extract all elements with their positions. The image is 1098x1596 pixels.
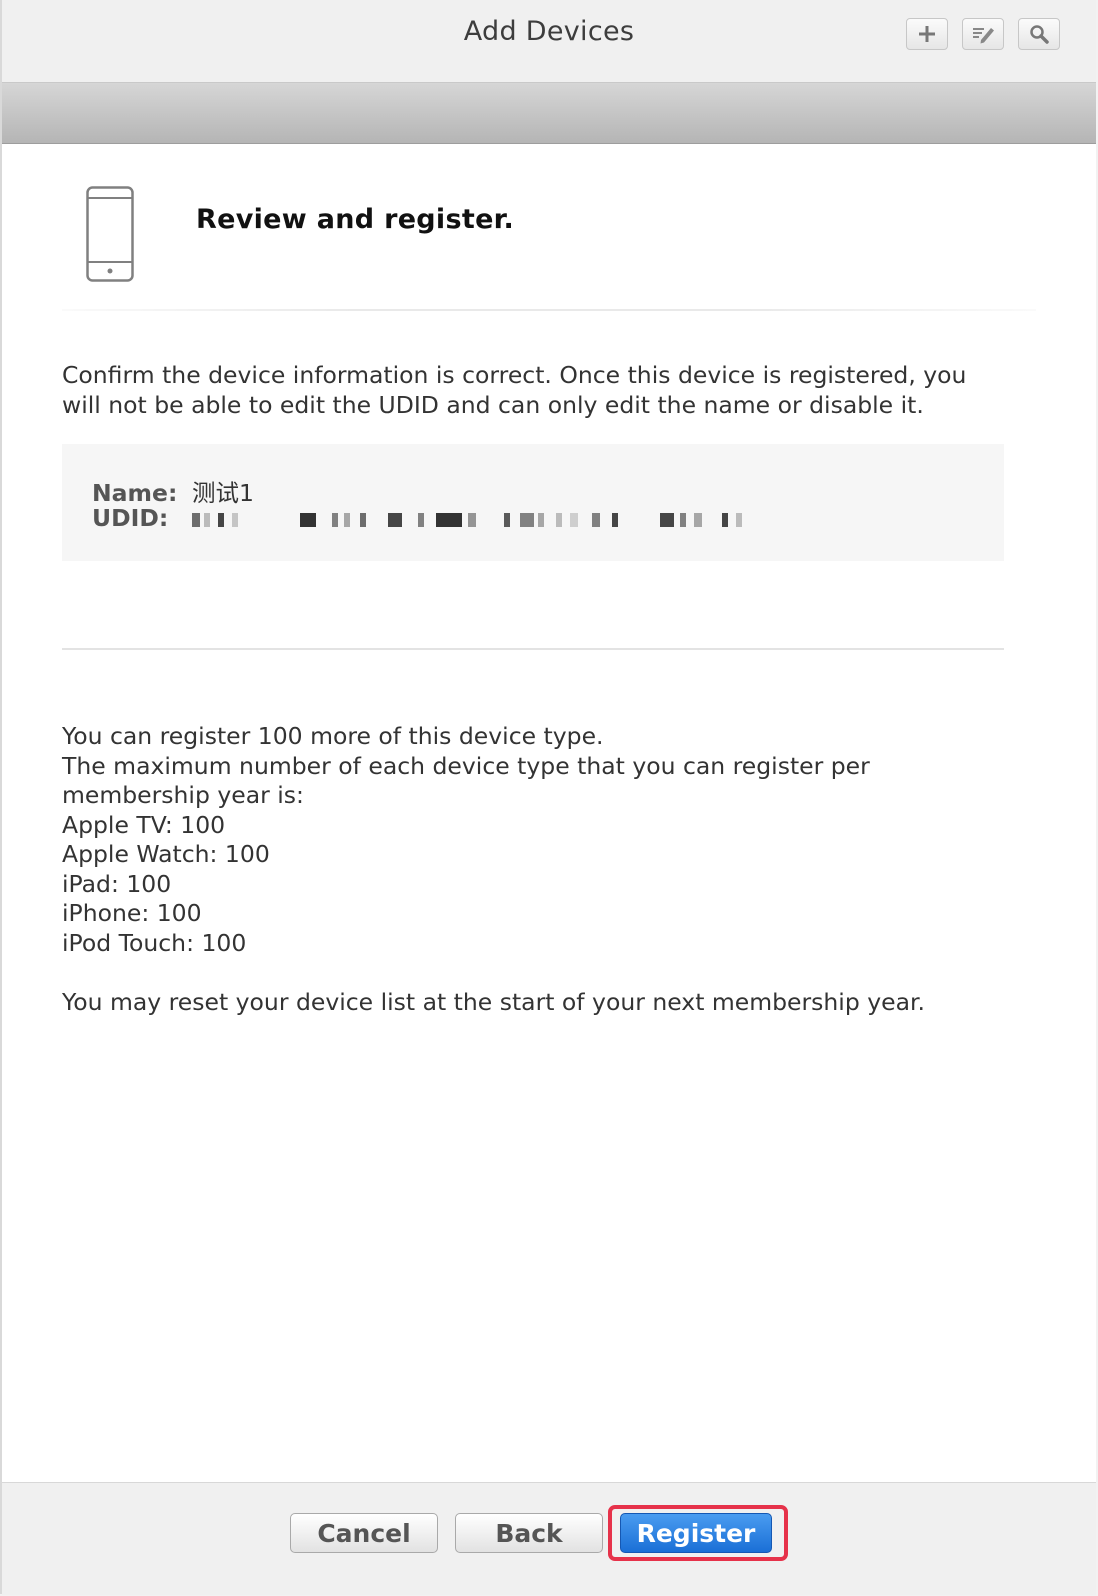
edit-icon — [973, 28, 994, 44]
name-value: 测试1 — [192, 479, 254, 507]
udid-value-redacted — [192, 509, 762, 531]
device-limits: You can register 100 more of this device… — [62, 722, 1002, 1017]
toolbar-strip — [2, 83, 1096, 144]
back-button[interactable]: Back — [455, 1513, 603, 1553]
limit-apple-watch: Apple Watch: 100 — [62, 840, 270, 868]
device-name-row: Name: 测试1 — [92, 474, 254, 508]
name-label: Name: — [92, 479, 178, 507]
udid-label: UDID: — [92, 504, 169, 532]
section-divider — [62, 648, 1004, 650]
remaining-count-text: You can register 100 more of this device… — [62, 722, 604, 750]
limit-apple-tv: Apple TV: 100 — [62, 810, 226, 839]
add-devices-window: Add Devices Review and register. Confirm… — [0, 0, 1096, 1595]
device-udid-row: UDID: — [92, 504, 762, 532]
search-icon — [1030, 25, 1049, 44]
iphone-icon — [86, 186, 134, 282]
content-area: Review and register. Confirm the device … — [2, 144, 1096, 1504]
register-button[interactable]: Register — [620, 1513, 772, 1553]
intro-text: Confirm the device information is correc… — [62, 361, 967, 419]
page-heading: Review and register. — [196, 204, 515, 235]
reset-note: You may reset your device list at the st… — [62, 987, 925, 1016]
cancel-button[interactable]: Cancel — [290, 1513, 438, 1553]
edit-button[interactable] — [962, 18, 1004, 50]
header-divider — [62, 309, 1036, 311]
max-limits-intro: The maximum number of each device type t… — [62, 751, 870, 810]
title-bar: Add Devices — [2, 0, 1096, 83]
footer-bar: Cancel Back Register — [2, 1482, 1096, 1595]
device-info-box: Name: 测试1 UDID: — [62, 444, 1004, 561]
limit-ipad: iPad: 100 — [62, 869, 172, 898]
search-button[interactable] — [1018, 18, 1060, 50]
limit-iphone: iPhone: 100 — [62, 899, 202, 927]
limit-ipod-touch: iPod Touch: 100 — [62, 928, 247, 957]
add-button[interactable] — [906, 18, 948, 50]
plus-icon — [919, 26, 935, 42]
